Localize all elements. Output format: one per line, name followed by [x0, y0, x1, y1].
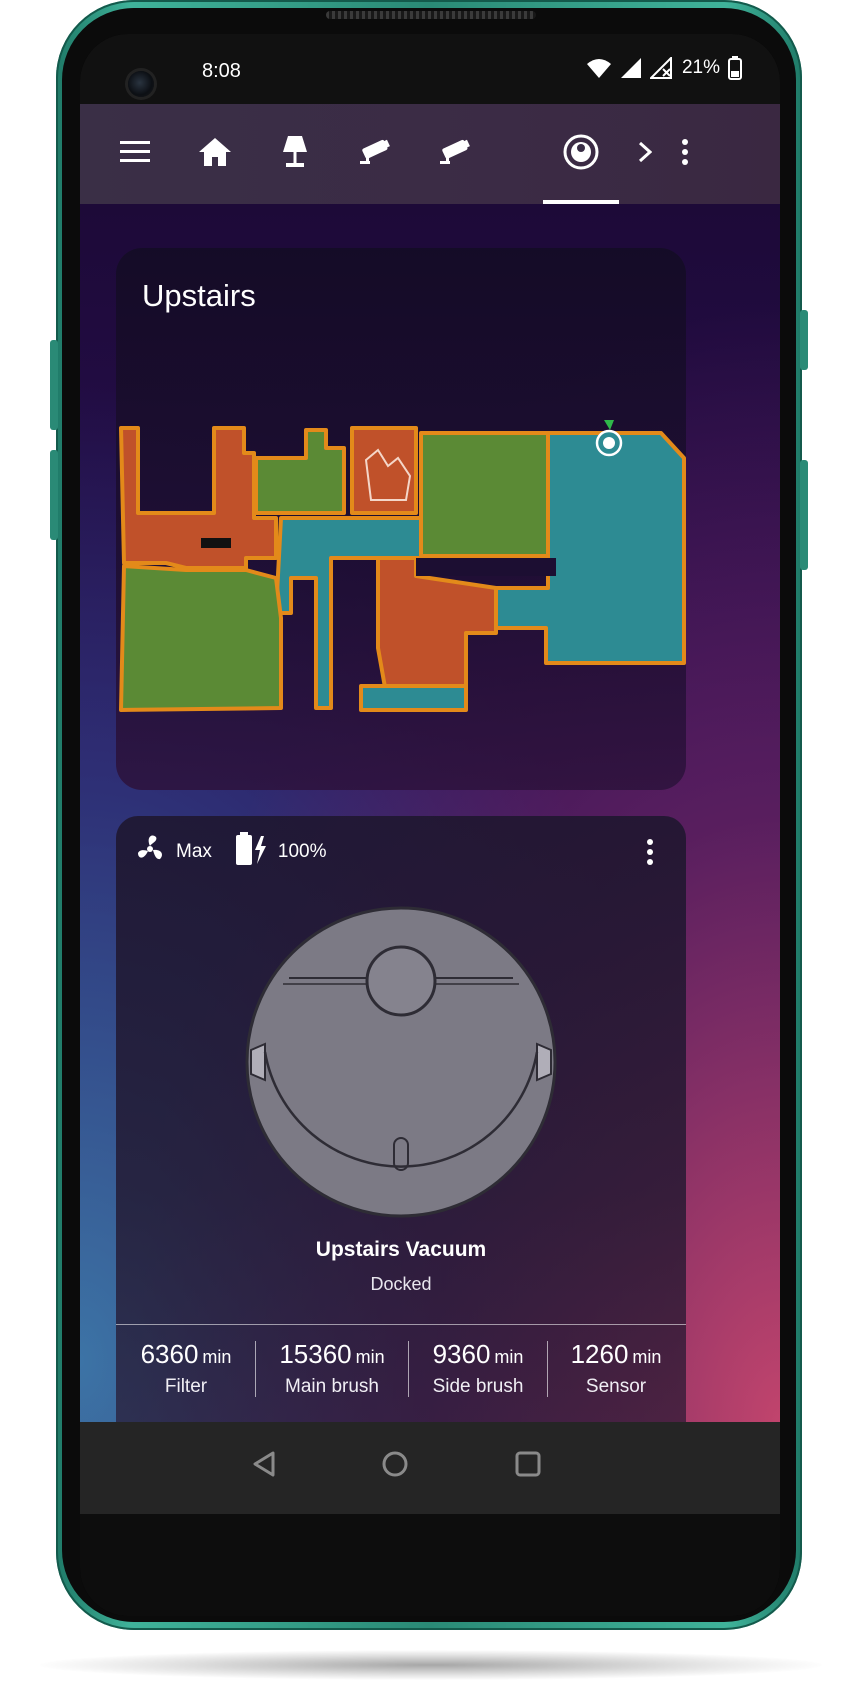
battery-charging-icon — [234, 832, 268, 872]
home-circle-icon[interactable] — [381, 1450, 409, 1483]
tab-camera-1[interactable] — [340, 104, 410, 204]
vacuum-battery-label: 100% — [277, 841, 327, 862]
stat-side-brush: 9360 min Side brush — [408, 1339, 548, 1398]
cell-signal-icon — [620, 57, 642, 79]
stat-unit: min — [202, 1347, 232, 1367]
no-signal-icon — [649, 57, 674, 79]
stat-main-brush: 15360 min Main brush — [262, 1339, 402, 1398]
map-gap — [416, 558, 556, 576]
stat-value: 1260 — [570, 1339, 629, 1369]
stat-label: Sensor — [585, 1376, 647, 1397]
security-camera-icon — [438, 138, 472, 171]
map-room — [376, 556, 498, 695]
stat-label: Main brush — [285, 1376, 379, 1397]
stat-value: 9360 — [432, 1339, 491, 1369]
stat-label: Side brush — [432, 1376, 524, 1397]
app-bar — [80, 104, 780, 204]
map-title: Upstairs — [142, 278, 256, 313]
stat-unit: min — [632, 1347, 662, 1367]
robot-vacuum-image — [245, 906, 557, 1218]
vacuum-more-button[interactable] — [646, 838, 654, 871]
phone-shadow — [40, 1650, 822, 1680]
more-vert-icon — [646, 839, 654, 870]
stat-unit: min — [355, 1347, 385, 1367]
status-time: 8:08 — [202, 60, 241, 82]
phone-side-button — [800, 310, 808, 370]
wifi-icon — [586, 57, 612, 79]
dashboard-content: Upstairs Max 100% Upstairs Vacuum Docked… — [80, 204, 780, 1422]
phone-speaker — [326, 11, 536, 19]
map-card[interactable]: Upstairs — [116, 248, 686, 790]
phone-side-button — [50, 340, 58, 430]
phone-side-button — [800, 460, 808, 570]
recents-icon[interactable] — [514, 1450, 542, 1483]
map-obstacle — [201, 538, 231, 548]
map-room — [119, 426, 278, 570]
map-room — [254, 428, 346, 515]
more-vert-icon — [681, 138, 689, 171]
dock-marker — [604, 420, 614, 430]
robot-position-dot — [603, 437, 615, 449]
consumables-stats: 6360 min Filter 15360 min Main brush 9360 m… — [116, 1324, 686, 1405]
status-bar: 8:08 21% — [80, 34, 780, 104]
stat-sensor: 1260 min Sensor — [546, 1339, 686, 1398]
battery-percent: 21% — [681, 57, 720, 78]
system-nav-bar — [80, 1422, 780, 1514]
map-room — [419, 431, 550, 558]
fan-icon[interactable] — [134, 833, 166, 871]
fan-speed-label[interactable]: Max — [176, 841, 212, 863]
tab-camera-2[interactable] — [420, 104, 490, 204]
tab-lights[interactable] — [260, 104, 330, 204]
status-icons: 21% — [586, 56, 742, 80]
overflow-menu-button[interactable] — [630, 104, 700, 204]
vacuum-name: Upstairs Vacuum — [315, 1238, 487, 1261]
home-icon — [199, 137, 231, 171]
phone-side-button — [50, 450, 58, 540]
tab-home[interactable] — [180, 104, 250, 204]
security-camera-icon — [358, 138, 392, 171]
phone-screen: 8:08 21% Upstairs Max 100% Upstairs Vacu… — [80, 34, 780, 1616]
map-room — [119, 564, 283, 712]
battery-icon — [728, 56, 742, 80]
floor-map[interactable] — [116, 418, 686, 718]
phone-chin — [80, 1514, 780, 1616]
menu-icon — [120, 140, 150, 168]
vacuum-state: Docked — [370, 1274, 432, 1294]
lamp-icon — [281, 135, 309, 173]
stat-filter: 6360 min Filter — [116, 1339, 256, 1398]
vacuum-card: Max 100% Upstairs Vacuum Docked 6360 min… — [116, 816, 686, 1422]
map-room — [359, 684, 468, 712]
front-camera — [128, 71, 154, 97]
vacuum-status-row: Max 100% — [134, 832, 349, 872]
stat-value: 6360 — [140, 1339, 199, 1369]
stat-label: Filter — [164, 1376, 208, 1397]
stat-unit: min — [494, 1347, 524, 1367]
back-icon[interactable] — [252, 1450, 276, 1483]
stat-divider — [255, 1341, 256, 1397]
stat-value: 15360 — [279, 1339, 352, 1369]
menu-button[interactable] — [100, 104, 170, 204]
